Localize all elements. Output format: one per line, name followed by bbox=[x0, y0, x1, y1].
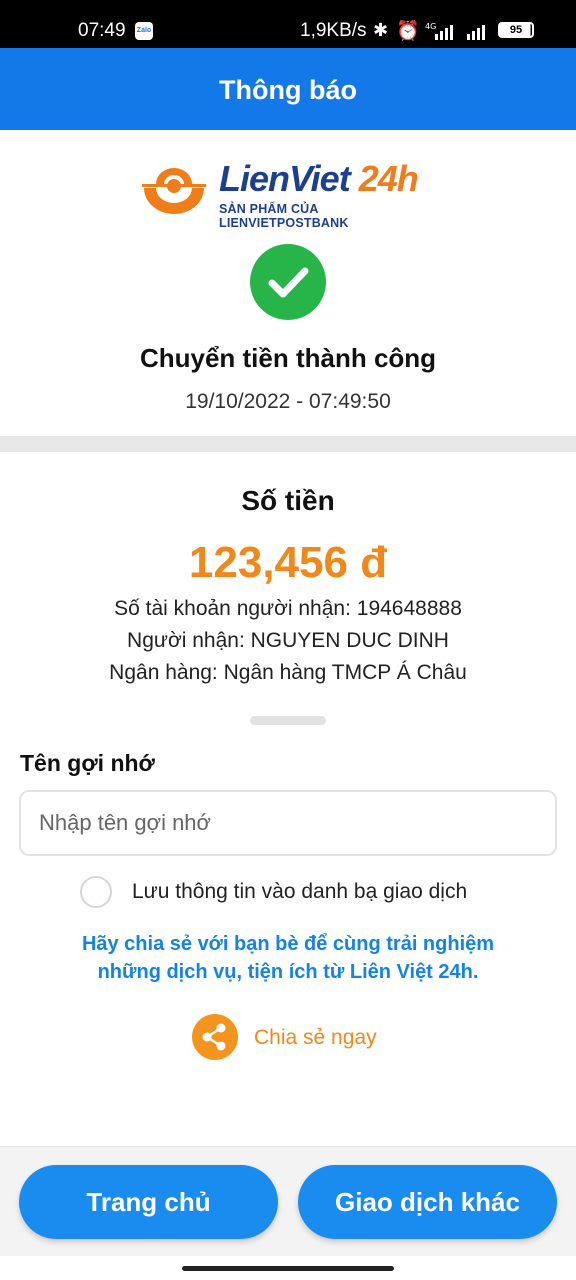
result-title: Chuyển tiền thành công bbox=[139, 343, 437, 373]
amount-label: Số tiền bbox=[241, 485, 335, 516]
recipient-bank: Ngân hàng: Ngân hàng TMCP Á Châu bbox=[109, 661, 467, 684]
network-speed: 1,9KB/s bbox=[300, 20, 367, 41]
alarm-icon: ⏰ bbox=[396, 21, 420, 42]
share-promo-text: Hãy chia sẻ với bạn bè để cùng trải nghi… bbox=[0, 930, 576, 986]
recipient-name: Người nhận: NGUYEN DUC DINH bbox=[127, 629, 449, 652]
lienviet-emblem-icon bbox=[142, 168, 206, 214]
brand-name: LienViet 24h bbox=[219, 158, 419, 200]
nickname-label: Tên gợi nhớ bbox=[20, 750, 155, 776]
page-header: Thông báo bbox=[0, 48, 576, 130]
bottom-action-bar: Trang chủ Giao dịch khác bbox=[0, 1146, 576, 1256]
status-bar: 07:49 Zalo 1,9KB/s ✱ ⏰ 4G 95 bbox=[0, 0, 576, 48]
brand-lienviet: LienViet bbox=[219, 158, 351, 199]
signal-icon: 4G bbox=[425, 22, 485, 40]
network-type: 4G bbox=[425, 22, 436, 31]
gesture-nav-bar[interactable] bbox=[182, 1266, 394, 1271]
result-datetime: 19/10/2022 - 07:49:50 bbox=[185, 390, 391, 413]
promo-line-1: Hãy chia sẻ với bạn bè để cùng trải nghi… bbox=[81, 933, 495, 955]
brand-tagline: SẢN PHẨM CỦA LIENVIETPOSTBANK bbox=[219, 202, 349, 230]
recipient-account: Số tài khoản người nhận: 194648888 bbox=[114, 597, 462, 620]
success-check-icon bbox=[250, 244, 326, 320]
home-button[interactable]: Trang chủ bbox=[19, 1165, 278, 1239]
promo-line-2: những dịch vụ, tiện ích từ Liên Việt 24h… bbox=[97, 961, 479, 983]
page-title: Thông báo bbox=[219, 75, 357, 105]
drag-handle[interactable] bbox=[250, 716, 326, 725]
brand-24h: 24h bbox=[358, 158, 419, 199]
section-divider bbox=[0, 436, 576, 452]
save-contact-radio[interactable] bbox=[80, 876, 112, 908]
share-now-label[interactable]: Chia sẻ ngay bbox=[254, 1026, 377, 1050]
other-transaction-button[interactable]: Giao dịch khác bbox=[298, 1165, 557, 1239]
share-icon[interactable] bbox=[192, 1014, 238, 1060]
nickname-input[interactable] bbox=[19, 790, 557, 856]
status-time: 07:49 bbox=[78, 20, 126, 41]
lienviet-logo: LienViet 24h SẢN PHẨM CỦA LIENVIETPOSTBA… bbox=[140, 156, 440, 230]
battery-icon: 95 bbox=[498, 22, 534, 38]
amount-value: 123,456 đ bbox=[188, 538, 388, 587]
bluetooth-icon: ✱ bbox=[373, 20, 389, 40]
save-contact-label[interactable]: Lưu thông tin vào danh bạ giao dịch bbox=[132, 880, 467, 904]
zalo-notification-icon: Zalo bbox=[135, 22, 153, 40]
